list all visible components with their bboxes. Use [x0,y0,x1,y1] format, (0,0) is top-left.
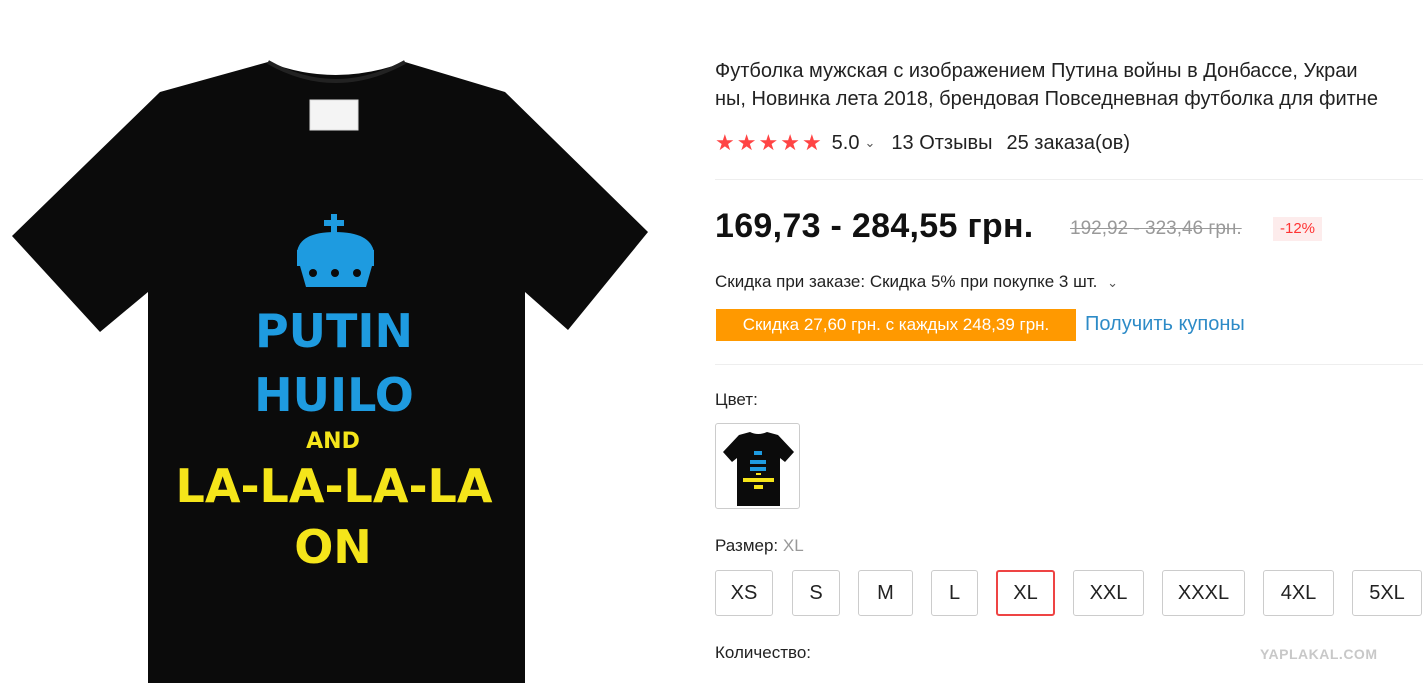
size-option-xxl[interactable]: XXL [1073,570,1144,616]
orders-count: 25 заказа(ов) [1006,131,1131,154]
product-title-line1: Футболка мужская с изображением Путина в… [715,60,1358,82]
bulk-discount[interactable]: Скидка при заказе: Скидка 5% при покупке… [715,272,1118,292]
size-option-s[interactable]: S [792,570,840,616]
rating-row: ★ ★ ★ ★ ★ 5.0 ⌄ 13 Отзывы 25 заказа(ов) [715,128,1130,158]
size-label-text: Размер: [715,536,779,555]
chevron-down-icon[interactable]: ⌄ [1107,275,1118,290]
star-icon: ★ [780,130,800,155]
tshirt-text-line1: PUTIN [255,304,413,358]
selected-size-text: XL [782,536,804,555]
product-title-line2: ны, Новинка лета 2018, брендовая Повседн… [715,88,1378,110]
star-icon: ★ [758,130,779,155]
quantity-label: Количество: [715,643,812,662]
watermark: YAPLAKAL.COM [1260,646,1378,662]
bulk-discount-text: Скидка при заказе: Скидка 5% при покупке… [715,272,1098,291]
tshirt-text-line3: AND [306,429,360,454]
size-option-m[interactable]: M [858,570,913,616]
chevron-down-icon[interactable]: ⌄ [864,135,875,151]
divider [715,179,1423,180]
reviews-link[interactable]: 13 Отзывы [891,132,992,155]
size-option-xl[interactable]: XL [996,570,1055,616]
color-label: Цвет: [715,390,758,409]
get-coupons-link[interactable]: Получить купоны [1085,313,1245,336]
star-icon: ★ [801,130,822,155]
size-option-5xl[interactable]: 5XL [1352,570,1422,616]
size-option-l[interactable]: L [931,570,978,616]
rating-value[interactable]: 5.0 [832,132,860,155]
divider [715,364,1423,365]
product-image[interactable]: PUTIN HUILO AND LA-LA-LA-LA ON [0,0,660,683]
size-option-xxxl[interactable]: XXXL [1162,570,1245,616]
tshirt-text-line5: ON [294,520,372,574]
tshirt-text-line4: LA-LA-LA-LA [176,459,493,513]
product-title: Футболка мужская с изображением Путина в… [715,57,1423,113]
star-icon: ★ [736,130,757,155]
size-option-4xl[interactable]: 4XL [1263,570,1334,616]
color-swatch[interactable] [715,423,800,509]
neck-label [309,99,359,131]
tshirt-thumbnail [723,432,794,506]
old-price: 192,92 - 323,46 грн. [1070,218,1242,239]
size-option-xs[interactable]: XS [715,570,773,616]
coupon-badge: Скидка 27,60 грн. с каждых 248,39 грн. [716,309,1080,341]
tshirt-text-line2: HUILO [254,368,414,422]
size-label: Размер: XL [715,536,804,556]
price: 169,73 - 284,55 грн. [715,207,1034,245]
discount-badge: -12% [1273,217,1323,241]
star-icon: ★ [715,130,735,155]
tshirt-image: PUTIN HUILO AND LA-LA-LA-LA ON [12,60,648,683]
